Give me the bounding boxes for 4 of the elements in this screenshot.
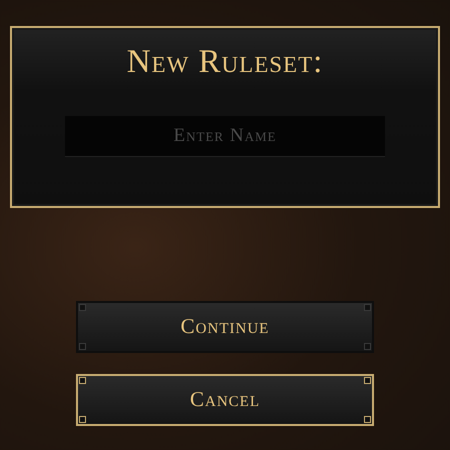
name-input-field[interactable]: Enter Name [65, 116, 385, 157]
dialog-title: New Ruleset: [126, 43, 324, 82]
dialog-button[interactable]: Continue [76, 301, 374, 353]
dialog-button[interactable]: Cancel [76, 374, 374, 426]
